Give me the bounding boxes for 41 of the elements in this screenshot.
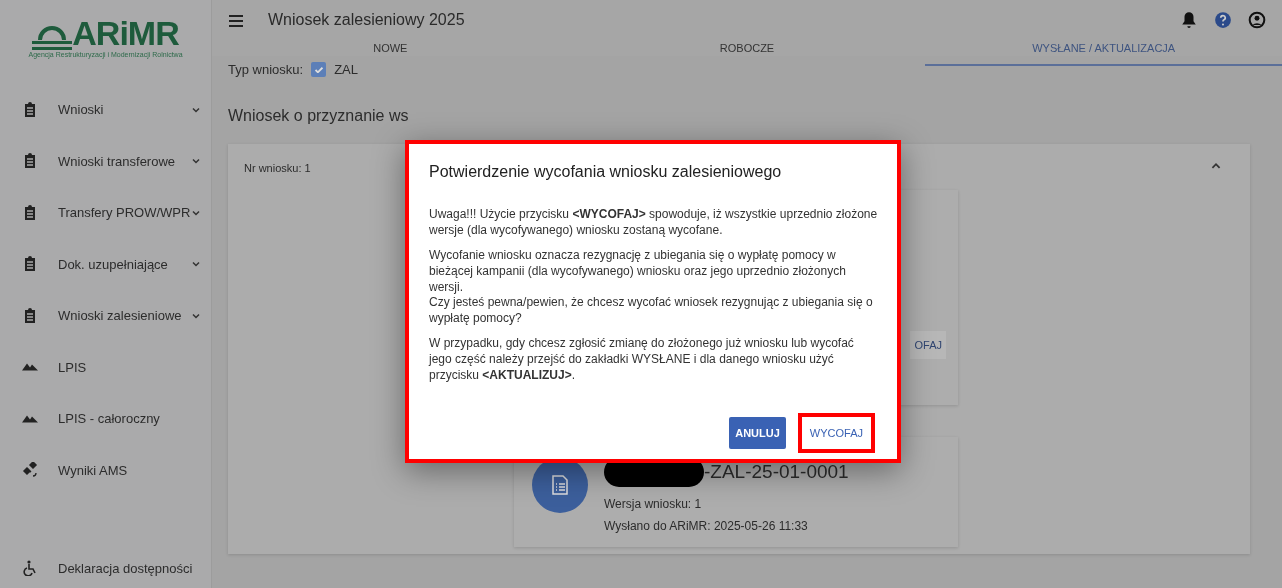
dialog-message: W przypadku, gdy chcesz zgłosić zmianę do złożonego już wniosku lub wycofać jego część należy przejść do zakładki WYSŁANE i dla danego wniosku użyć przycisku <AKTUALIZUJ>.	[429, 336, 855, 384]
dialog-title: Potwierdzenie wycofania wniosku zalesieniowego	[429, 162, 783, 182]
application-number: Nr wniosku: 1	[244, 160, 311, 176]
sidebar-item[interactable]: Deklaracja dostępności	[0, 542, 211, 588]
checkbox[interactable]	[311, 62, 327, 78]
help-button[interactable]	[1214, 11, 1232, 29]
sidebar-item[interactable]: Wnioski zalesieniowe	[0, 290, 211, 342]
check-icon	[314, 66, 323, 73]
wheelchair-icon	[22, 560, 38, 577]
account-icon	[1248, 11, 1266, 29]
document-icon	[551, 475, 569, 495]
page-title: Wniosek zalesieniowy 2025	[268, 10, 465, 30]
sidebar-item[interactable]: Transfery PROW/WPR	[0, 187, 211, 239]
sidebar-item[interactable]: Dok. uzupełniające	[0, 238, 211, 290]
menu-icon	[228, 13, 244, 28]
sent-date: Wysłano do ARiMR: 2025-05-26 11:33	[604, 518, 809, 535]
sidebar-item[interactable]: Wnioski	[0, 84, 211, 136]
dialog-message: Uwaga!!! Użycie przycisku <WYCOFAJ> spowoduje, iż wszystkie uprzednio złożone wersje (dla wycofywanego) wniosku zostaną wycofane.	[429, 207, 879, 239]
version-label: Wersja wniosku: 1	[604, 496, 703, 513]
clipboard-icon	[22, 256, 38, 273]
sidebar-item[interactable]: LPIS - całoroczny	[0, 393, 211, 445]
notification-bell-button[interactable]	[1180, 11, 1198, 29]
sidebar-item[interactable]: Wyniki AMS	[0, 444, 211, 496]
help-icon	[1214, 11, 1232, 29]
section-title: Wniosek o przyznanie ws	[228, 105, 410, 126]
sidebar-item[interactable]: Wnioski transferowe	[0, 135, 211, 187]
clipboard-icon	[22, 153, 38, 170]
withdraw-button[interactable]: OFAJ	[910, 330, 946, 359]
clipboard-icon	[22, 307, 38, 324]
notification-bell-icon	[1180, 11, 1198, 29]
dialog-message: Wycofanie wniosku oznacza rezygnację z ubiegania się o wypłatę pomocy w bieżącej kampanii (dla wycofywanego) wniosku oraz jego uprzednio złożonych wersji. Czy jesteś pewna/pewien, że chcesz wycofać wniosek rezygnując z ubiegania się o wypłatę pomocy?	[429, 248, 874, 327]
tab[interactable]: WYSŁANE / AKTUALIZACJA	[925, 32, 1282, 66]
clipboard-icon	[22, 204, 38, 221]
logo-text: ARiMR	[72, 16, 179, 50]
sidebar-item[interactable]: LPIS	[0, 341, 211, 393]
satellite-icon	[22, 462, 38, 479]
cancel-button[interactable]: ANULUJ	[729, 416, 786, 449]
clipboard-icon	[22, 101, 38, 118]
application-id: -ZAL-25-01-0001	[704, 459, 849, 484]
account-button[interactable]	[1248, 11, 1266, 29]
tab[interactable]: ROBOCZE	[568, 32, 926, 66]
